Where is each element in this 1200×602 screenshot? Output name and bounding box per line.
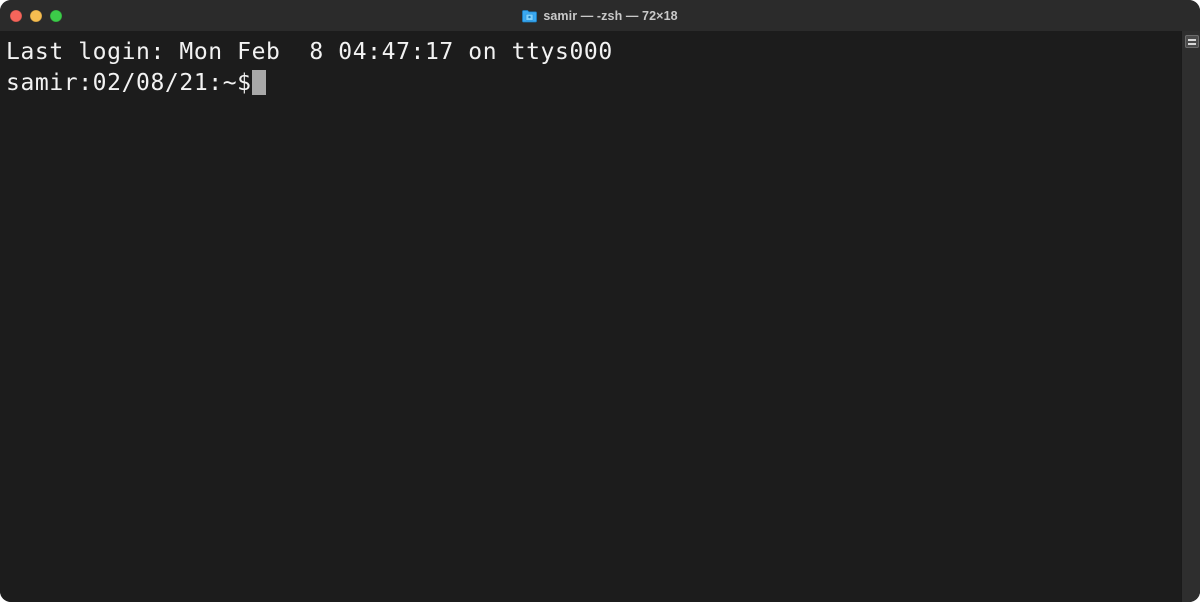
terminal-prompt-line: samir:02/08/21:~$ — [6, 68, 1200, 99]
terminal-line-login: Last login: Mon Feb 8 04:47:17 on ttys00… — [6, 39, 613, 65]
scrollbar-thumb[interactable] — [1185, 35, 1199, 48]
folder-icon — [522, 9, 538, 23]
close-button[interactable] — [10, 9, 22, 22]
terminal-output-area[interactable]: Last login: Mon Feb 8 04:47:17 on ttys00… — [0, 31, 1200, 602]
vertical-scrollbar[interactable] — [1181, 31, 1200, 602]
maximize-button[interactable] — [50, 9, 62, 22]
minimize-button[interactable] — [30, 9, 42, 22]
thumb-grip-line — [1188, 38, 1196, 41]
text-cursor — [251, 70, 266, 95]
window-controls — [10, 0, 62, 31]
window-titlebar[interactable]: samir — -zsh — 72×18 — [0, 0, 1200, 32]
window-title: samir — -zsh — 72×18 — [543, 8, 678, 23]
window-title-group: samir — -zsh — 72×18 — [522, 8, 678, 23]
thumb-grip-line — [1188, 42, 1196, 45]
terminal-window: samir — -zsh — 72×18 Last login: Mon Feb… — [0, 0, 1200, 602]
terminal-prompt: samir:02/08/21:~$ — [6, 70, 252, 96]
